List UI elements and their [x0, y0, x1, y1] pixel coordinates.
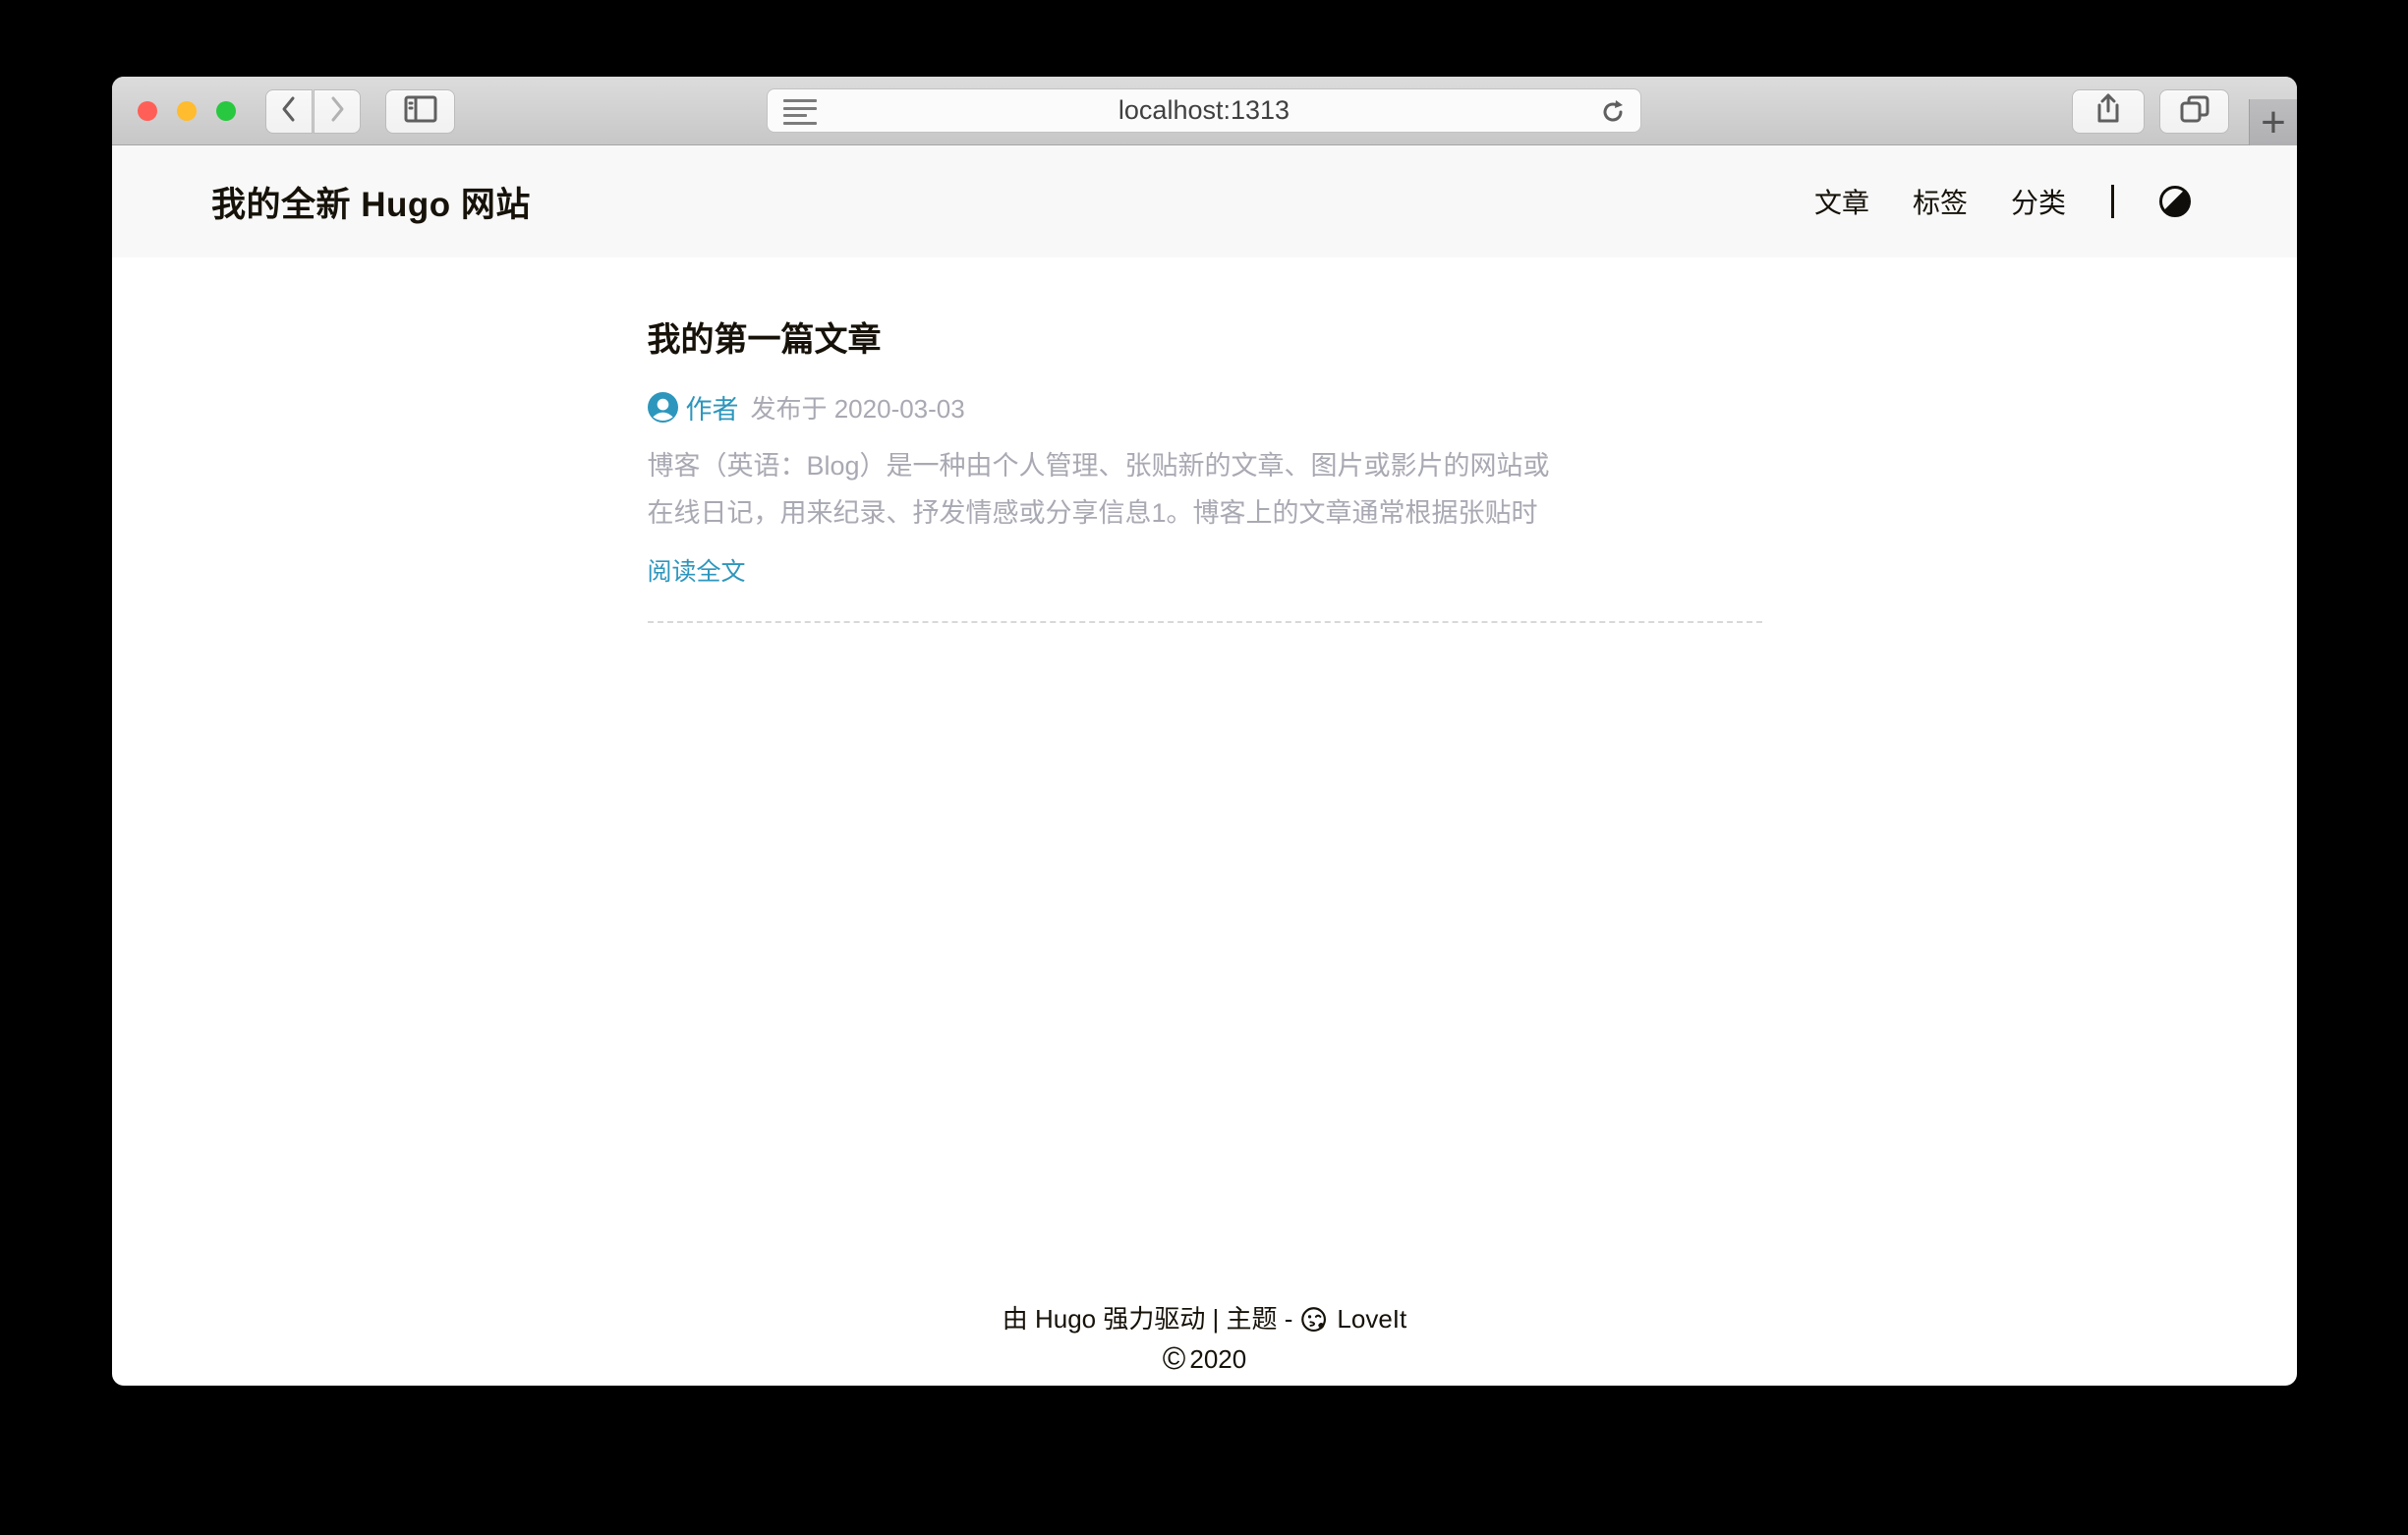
summary-line: 在线日记，用来纪录、抒发情感或分享信息1。博客上的文章通常根据张贴时	[648, 489, 1762, 537]
sidebar-icon	[404, 95, 437, 128]
copyright-icon: ©	[1163, 1342, 1186, 1374]
browser-window: localhost:1313	[112, 77, 2297, 1386]
post-summary-card: 我的第一篇文章 作者 发布于 2020-03-03 博客（英语：Blog）是一种…	[648, 257, 1762, 623]
forward-button[interactable]	[314, 89, 361, 134]
share-button[interactable]	[2072, 89, 2145, 134]
summary-line: 博客（英语：Blog）是一种由个人管理、张贴新的文章、图片或影片的网站或	[648, 442, 1762, 489]
kiss-wink-heart-icon	[1300, 1306, 1329, 1335]
reader-view-icon[interactable]	[783, 99, 817, 125]
address-bar[interactable]: localhost:1313	[767, 88, 1641, 133]
sidebar-toggle-button[interactable]	[385, 89, 455, 134]
author-link[interactable]: 作者	[686, 388, 739, 426]
footer-powered-line: 由 Hugo 强力驱动 | 主题 - LoveIt	[112, 1299, 2297, 1338]
tabs-icon	[2180, 95, 2209, 128]
post-title-link[interactable]: 我的第一篇文章	[648, 313, 1762, 361]
post-divider	[648, 621, 1762, 623]
read-more-link[interactable]: 阅读全文	[648, 552, 746, 588]
site-header: 我的全新 Hugo 网站 文章 标签 分类	[112, 145, 2297, 257]
back-button[interactable]	[265, 89, 313, 134]
theme-toggle-icon[interactable]	[2159, 186, 2191, 217]
theme-name-link[interactable]: LoveIt	[1337, 1299, 1406, 1338]
post-meta: 作者 发布于 2020-03-03	[648, 388, 1762, 426]
site-footer: 由 Hugo 强力驱动 | 主题 - LoveIt © 2020	[112, 1299, 2297, 1380]
page-content: 我的第一篇文章 作者 发布于 2020-03-03 博客（英语：Blog）是一种…	[112, 257, 2297, 623]
chevron-left-icon	[277, 94, 301, 129]
refresh-icon[interactable]	[1599, 98, 1627, 131]
copyright-year: 2020	[1189, 1338, 1246, 1380]
nav-item-categories[interactable]: 分类	[2011, 182, 2066, 221]
site-nav: 文章 标签 分类	[1814, 182, 2191, 221]
tab-overview-button[interactable]	[2159, 89, 2229, 134]
screenshot-backdrop: localhost:1313	[0, 0, 2408, 1535]
post-summary: 博客（英语：Blog）是一种由个人管理、张贴新的文章、图片或影片的网站或 在线日…	[648, 442, 1762, 537]
new-tab-button[interactable]: +	[2249, 99, 2297, 145]
plus-icon: +	[2261, 101, 2286, 144]
browser-toolbar: localhost:1313	[112, 77, 2297, 145]
zoom-window-button[interactable]	[216, 101, 236, 121]
traffic-lights	[138, 101, 236, 121]
chevron-right-icon	[325, 94, 349, 129]
site-title[interactable]: 我的全新 Hugo 网站	[211, 177, 531, 227]
minimize-window-button[interactable]	[177, 101, 197, 121]
url-text[interactable]: localhost:1313	[768, 95, 1640, 126]
user-circle-icon	[648, 392, 678, 423]
share-icon	[2095, 93, 2121, 130]
footer-copyright-line: © 2020	[112, 1338, 2297, 1380]
nav-item-tags[interactable]: 标签	[1913, 182, 1968, 221]
nav-separator	[2111, 185, 2114, 218]
nav-item-posts[interactable]: 文章	[1814, 182, 1869, 221]
close-window-button[interactable]	[138, 101, 157, 121]
publish-date: 发布于 2020-03-03	[751, 389, 965, 426]
powered-by-text: 由 Hugo 强力驱动 | 主题 -	[1003, 1299, 1293, 1338]
